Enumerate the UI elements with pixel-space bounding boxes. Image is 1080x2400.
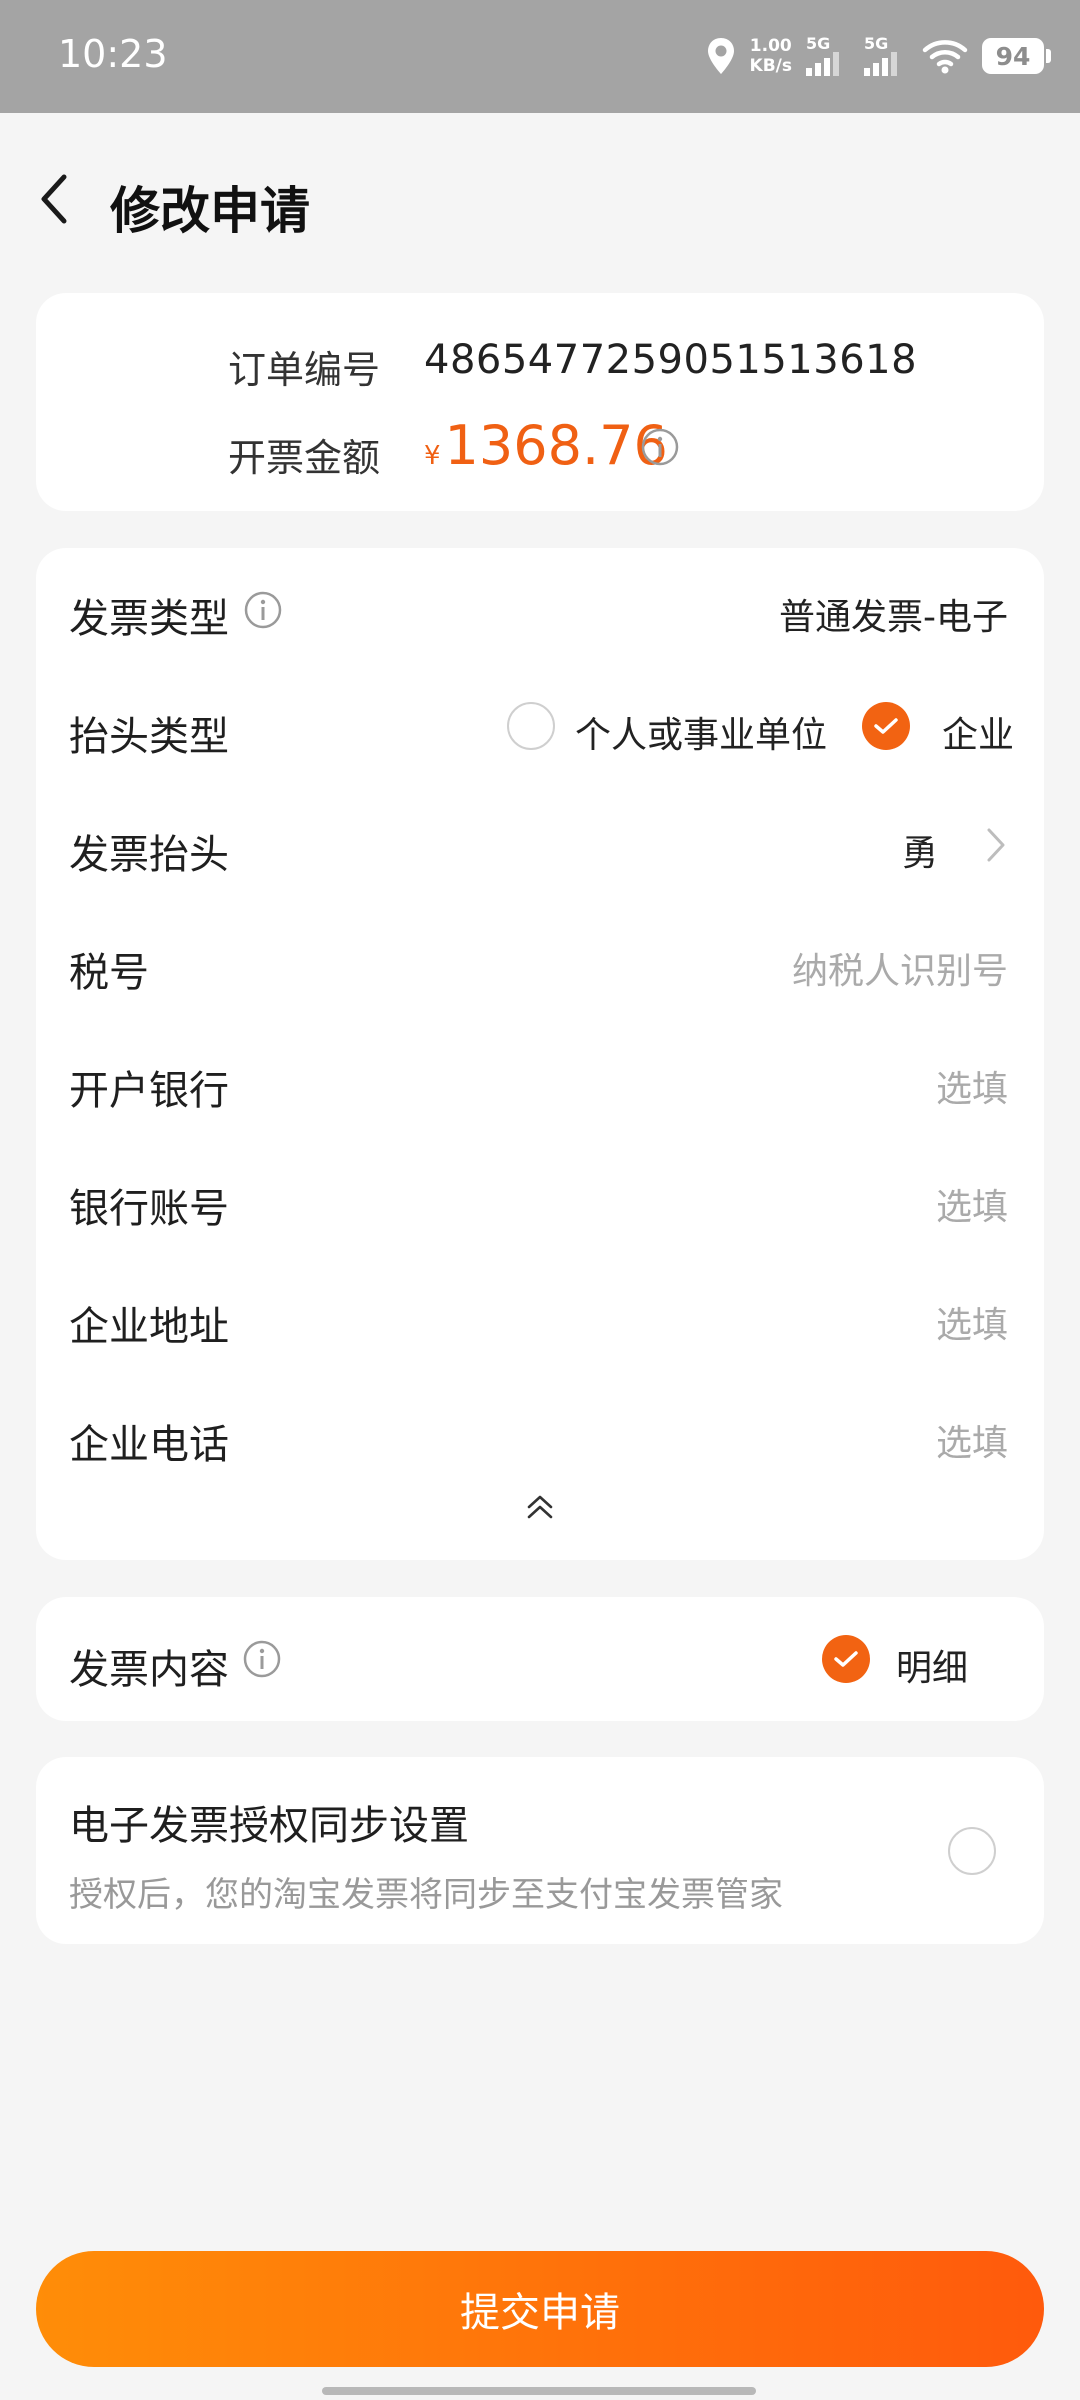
wifi-icon [922,40,968,74]
invoice-type-label: 发票类型 [69,596,229,642]
invoice-content-label: 发票内容 [69,1647,229,1693]
bank-row[interactable]: 开户银行 选填 [36,1030,1044,1130]
title-type-row: 抬头类型 个人或事业单位 企业 [36,676,1044,776]
tax-no-label: 税号 [69,950,149,996]
info-icon[interactable] [640,427,680,467]
company-address-input[interactable]: 选填 [936,1296,1008,1348]
info-icon[interactable] [243,590,283,630]
order-no-value: 4865477259051513618 [424,337,918,383]
check-icon [874,718,898,734]
bank-account-input[interactable]: 选填 [936,1178,1008,1230]
company-phone-row[interactable]: 企业电话 选填 [36,1384,1044,1484]
invoice-type-value: 普通发票-电子 [779,597,1008,638]
sim1-label: 5G [806,34,831,53]
network-speed-value: 1.00 [749,36,792,56]
battery-icon: 94 [982,38,1051,74]
company-phone-input[interactable]: 选填 [936,1414,1008,1466]
radio-personal[interactable] [507,702,555,750]
submit-button[interactable]: 提交申请 [36,2251,1044,2367]
back-arrow-icon[interactable] [32,167,76,231]
company-phone-label: 企业电话 [69,1422,229,1468]
status-time: 10:23 [58,32,168,76]
option-personal-label[interactable]: 个人或事业单位 [575,706,827,758]
invoice-title-row[interactable]: 发票抬头 勇 [36,794,1044,894]
tax-no-input[interactable]: 纳税人识别号 [792,942,1008,994]
sim2-label: 5G [864,34,889,53]
double-chevron-up-icon[interactable] [524,1490,556,1522]
invoice-content-card: 发票内容 明细 [36,1597,1044,1721]
invoice-title-label: 发票抬头 [69,832,229,878]
bank-input[interactable]: 选填 [936,1060,1008,1112]
location-icon [707,38,734,74]
invoice-title-value: 勇 [901,833,938,874]
company-address-label: 企业地址 [69,1304,229,1350]
sync-title: 电子发票授权同步设置 [69,1803,469,1849]
invoice-amount: ¥ 1368.76 [424,414,668,477]
company-address-row[interactable]: 企业地址 选填 [36,1266,1044,1366]
order-no-label: 订单编号 [228,348,381,392]
page-title: 修改申请 [110,182,310,240]
invoice-form-card: 发票类型 普通发票-电子 抬头类型 个人或事业单位 企业 发票抬头 勇 税号 纳… [36,548,1044,1560]
network-speed-unit: KB/s [749,56,792,76]
tax-no-row[interactable]: 税号 纳税人识别号 [36,912,1044,1012]
status-bar: 10:23 1.00 KB/s 5G 5G 94 [0,0,1080,113]
bank-account-row[interactable]: 银行账号 选填 [36,1148,1044,1248]
order-summary-card: 订单编号 4865477259051513618 开票金额 ¥ 1368.76 [36,293,1044,511]
amount-value: 1368.76 [444,414,668,477]
bank-account-label: 银行账号 [69,1186,229,1232]
option-detail-label[interactable]: 明细 [896,1639,968,1691]
chevron-right-icon[interactable] [984,826,1008,864]
network-speed: 1.00 KB/s [750,36,792,76]
amount-label: 开票金额 [228,436,381,480]
radio-enterprise[interactable] [862,702,910,750]
signal-icon: 5G [806,34,850,76]
bank-label: 开户银行 [69,1068,229,1114]
signal-icon: 5G [864,34,908,76]
radio-detail[interactable] [822,1635,870,1683]
sync-auth-card: 电子发票授权同步设置 授权后，您的淘宝发票将同步至支付宝发票管家 [36,1757,1044,1944]
check-icon [834,1651,858,1667]
sync-description: 授权后，您的淘宝发票将同步至支付宝发票管家 [69,1875,783,1915]
title-type-label: 抬头类型 [69,714,229,760]
sync-toggle[interactable] [948,1827,996,1875]
option-enterprise-label[interactable]: 企业 [942,706,1014,758]
status-icons: 1.00 KB/s 5G 5G 94 [706,28,1051,84]
header: 修改申请 [0,113,1080,293]
invoice-type-row: 发票类型 普通发票-电子 [36,558,1044,658]
currency-symbol: ¥ [424,441,441,471]
home-indicator[interactable] [322,2387,756,2395]
info-icon[interactable] [242,1639,282,1679]
